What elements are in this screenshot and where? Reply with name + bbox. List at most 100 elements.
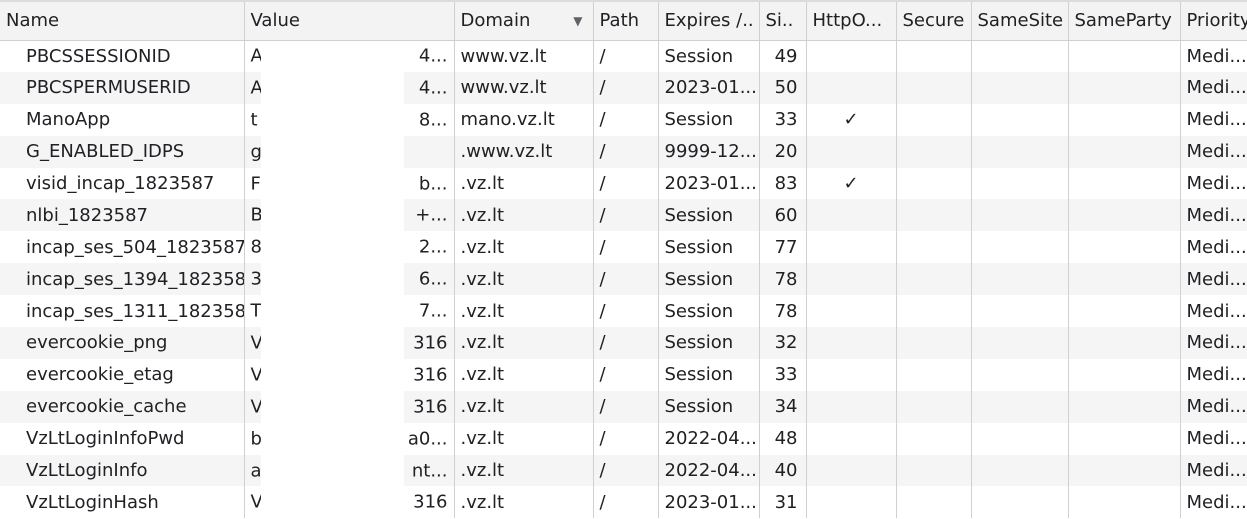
cell-expires[interactable]: Session xyxy=(658,231,760,264)
cell-sameparty[interactable] xyxy=(1068,167,1181,200)
cell-samesite[interactable] xyxy=(971,199,1069,232)
cell-path[interactable]: / xyxy=(593,390,659,423)
cell-samesite[interactable] xyxy=(971,486,1069,519)
cell-name[interactable]: evercookie_cache xyxy=(0,390,245,423)
cell-name[interactable]: visid_incap_1823587 xyxy=(0,167,245,200)
cell-name[interactable]: evercookie_etag xyxy=(0,358,245,391)
cell-samesite[interactable] xyxy=(971,390,1069,423)
table-row[interactable]: evercookie_cache V 316 .vz.lt / Session 34 Medi… xyxy=(0,390,1247,423)
cell-size[interactable]: 77 xyxy=(759,231,807,264)
cell-path[interactable]: / xyxy=(593,199,659,232)
cell-name[interactable]: incap_ses_1311_1823587 xyxy=(0,295,245,328)
cell-size[interactable]: 33 xyxy=(759,358,807,391)
cell-httponly[interactable] xyxy=(806,358,897,391)
cell-httponly[interactable] xyxy=(806,263,897,296)
cell-priority[interactable]: Medi... xyxy=(1180,263,1247,296)
cell-value[interactable]: a nt... xyxy=(244,454,455,487)
cell-priority[interactable]: Medi... xyxy=(1180,454,1247,487)
cell-secure[interactable] xyxy=(896,390,972,423)
cell-name[interactable]: PBCSSESSIONID xyxy=(0,40,245,72)
cell-httponly[interactable] xyxy=(806,390,897,423)
table-row[interactable]: PBCSPERMUSERID A 4... www.vz.lt/2023-01... 5… xyxy=(0,71,1247,104)
cell-expires[interactable]: 2023-01... xyxy=(658,486,760,519)
cell-path[interactable]: / xyxy=(593,71,659,104)
cell-samesite[interactable] xyxy=(971,231,1069,264)
cell-httponly[interactable] xyxy=(806,199,897,232)
cell-domain[interactable]: www.vz.lt xyxy=(454,71,594,104)
cell-expires[interactable]: Session xyxy=(658,40,760,72)
cell-domain[interactable]: mano.vz.lt xyxy=(454,103,594,136)
cell-size[interactable]: 78 xyxy=(759,295,807,328)
cell-expires[interactable]: 2023-01... xyxy=(658,167,760,200)
cell-value[interactable]: 3 6... xyxy=(244,263,455,296)
cell-secure[interactable] xyxy=(896,327,972,359)
column-header-path[interactable]: Path xyxy=(593,0,659,41)
table-row[interactable]: incap_ses_504_1823587 8 2... .vz.lt / Session… xyxy=(0,231,1247,264)
cell-httponly[interactable]: ✓ xyxy=(806,103,897,136)
cell-value[interactable]: V 316 xyxy=(244,358,455,391)
table-row[interactable]: ManoApp t 8... mano.vz.lt / Session 33 ✓ Medi... xyxy=(0,103,1247,136)
cell-samesite[interactable] xyxy=(971,103,1069,136)
cell-path[interactable]: / xyxy=(593,167,659,200)
cell-sameparty[interactable] xyxy=(1068,358,1181,391)
cell-domain[interactable]: .vz.lt xyxy=(454,422,594,455)
column-header-domain[interactable]: Domain ▼ xyxy=(454,0,594,41)
cell-secure[interactable] xyxy=(896,231,972,264)
cell-httponly[interactable] xyxy=(806,295,897,328)
cell-sameparty[interactable] xyxy=(1068,40,1181,72)
cell-httponly[interactable] xyxy=(806,454,897,487)
cell-value[interactable]: 8 2... xyxy=(244,231,455,264)
cell-priority[interactable]: Medi... xyxy=(1180,231,1247,264)
cell-expires[interactable]: Session xyxy=(658,327,760,359)
cell-domain[interactable]: .vz.lt xyxy=(454,231,594,264)
cell-size[interactable]: 60 xyxy=(759,199,807,232)
cell-size[interactable]: 20 xyxy=(759,135,807,168)
cell-size[interactable]: 49 xyxy=(759,40,807,72)
cell-domain[interactable]: .vz.lt xyxy=(454,199,594,232)
cell-secure[interactable] xyxy=(896,422,972,455)
cell-value[interactable]: A 4... xyxy=(244,71,455,104)
cell-path[interactable]: / xyxy=(593,135,659,168)
cell-name[interactable]: ManoApp xyxy=(0,103,245,136)
table-row[interactable]: PBCSSESSIONID A 4... www.vz.lt / Session 49 Med… xyxy=(0,40,1247,72)
cell-size[interactable]: 33 xyxy=(759,103,807,136)
cell-samesite[interactable] xyxy=(971,295,1069,328)
cell-expires[interactable]: 9999-12... xyxy=(658,135,760,168)
table-row[interactable]: evercookie_png V 316 .vz.lt / Session 32 Medi..… xyxy=(0,327,1247,359)
cell-priority[interactable]: Medi... xyxy=(1180,295,1247,328)
cell-sameparty[interactable] xyxy=(1068,422,1181,455)
cell-path[interactable]: / xyxy=(593,486,659,519)
cell-secure[interactable] xyxy=(896,295,972,328)
cell-name[interactable]: nlbi_1823587 xyxy=(0,199,245,232)
cell-name[interactable]: VzLtLoginInfo xyxy=(0,454,245,487)
table-row[interactable]: VzLtLoginHash V 316 .vz.lt/2023-01... 31 Medi… xyxy=(0,486,1247,519)
cell-path[interactable]: / xyxy=(593,358,659,391)
cell-sameparty[interactable] xyxy=(1068,231,1181,264)
cell-sameparty[interactable] xyxy=(1068,263,1181,296)
cell-priority[interactable]: Medi... xyxy=(1180,167,1247,200)
cell-samesite[interactable] xyxy=(971,454,1069,487)
cell-sameparty[interactable] xyxy=(1068,71,1181,104)
cell-httponly[interactable] xyxy=(806,422,897,455)
cell-secure[interactable] xyxy=(896,263,972,296)
cell-path[interactable]: / xyxy=(593,103,659,136)
cell-httponly[interactable] xyxy=(806,231,897,264)
table-row[interactable]: G_ENABLED_IDPS g .www.vz.lt/9999-12... 20 Me… xyxy=(0,135,1247,168)
cell-path[interactable]: / xyxy=(593,263,659,296)
cell-sameparty[interactable] xyxy=(1068,295,1181,328)
cell-domain[interactable]: .vz.lt xyxy=(454,167,594,200)
cell-path[interactable]: / xyxy=(593,422,659,455)
cell-size[interactable]: 32 xyxy=(759,327,807,359)
table-row[interactable]: visid_incap_1823587 Fb... .vz.lt/2023-01..… xyxy=(0,167,1247,200)
cell-name[interactable]: VzLtLoginHash xyxy=(0,486,245,519)
cell-value[interactable]: V 316 xyxy=(244,327,455,359)
cell-value[interactable]: Fb... xyxy=(244,167,455,200)
cell-sameparty[interactable] xyxy=(1068,454,1181,487)
cell-httponly[interactable]: ✓ xyxy=(806,167,897,200)
column-header-value[interactable]: Value xyxy=(244,0,455,41)
cell-expires[interactable]: Session xyxy=(658,295,760,328)
cell-value[interactable]: b a0... xyxy=(244,422,455,455)
cell-size[interactable]: 48 xyxy=(759,422,807,455)
cell-sameparty[interactable] xyxy=(1068,199,1181,232)
cell-priority[interactable]: Medi... xyxy=(1180,40,1247,72)
